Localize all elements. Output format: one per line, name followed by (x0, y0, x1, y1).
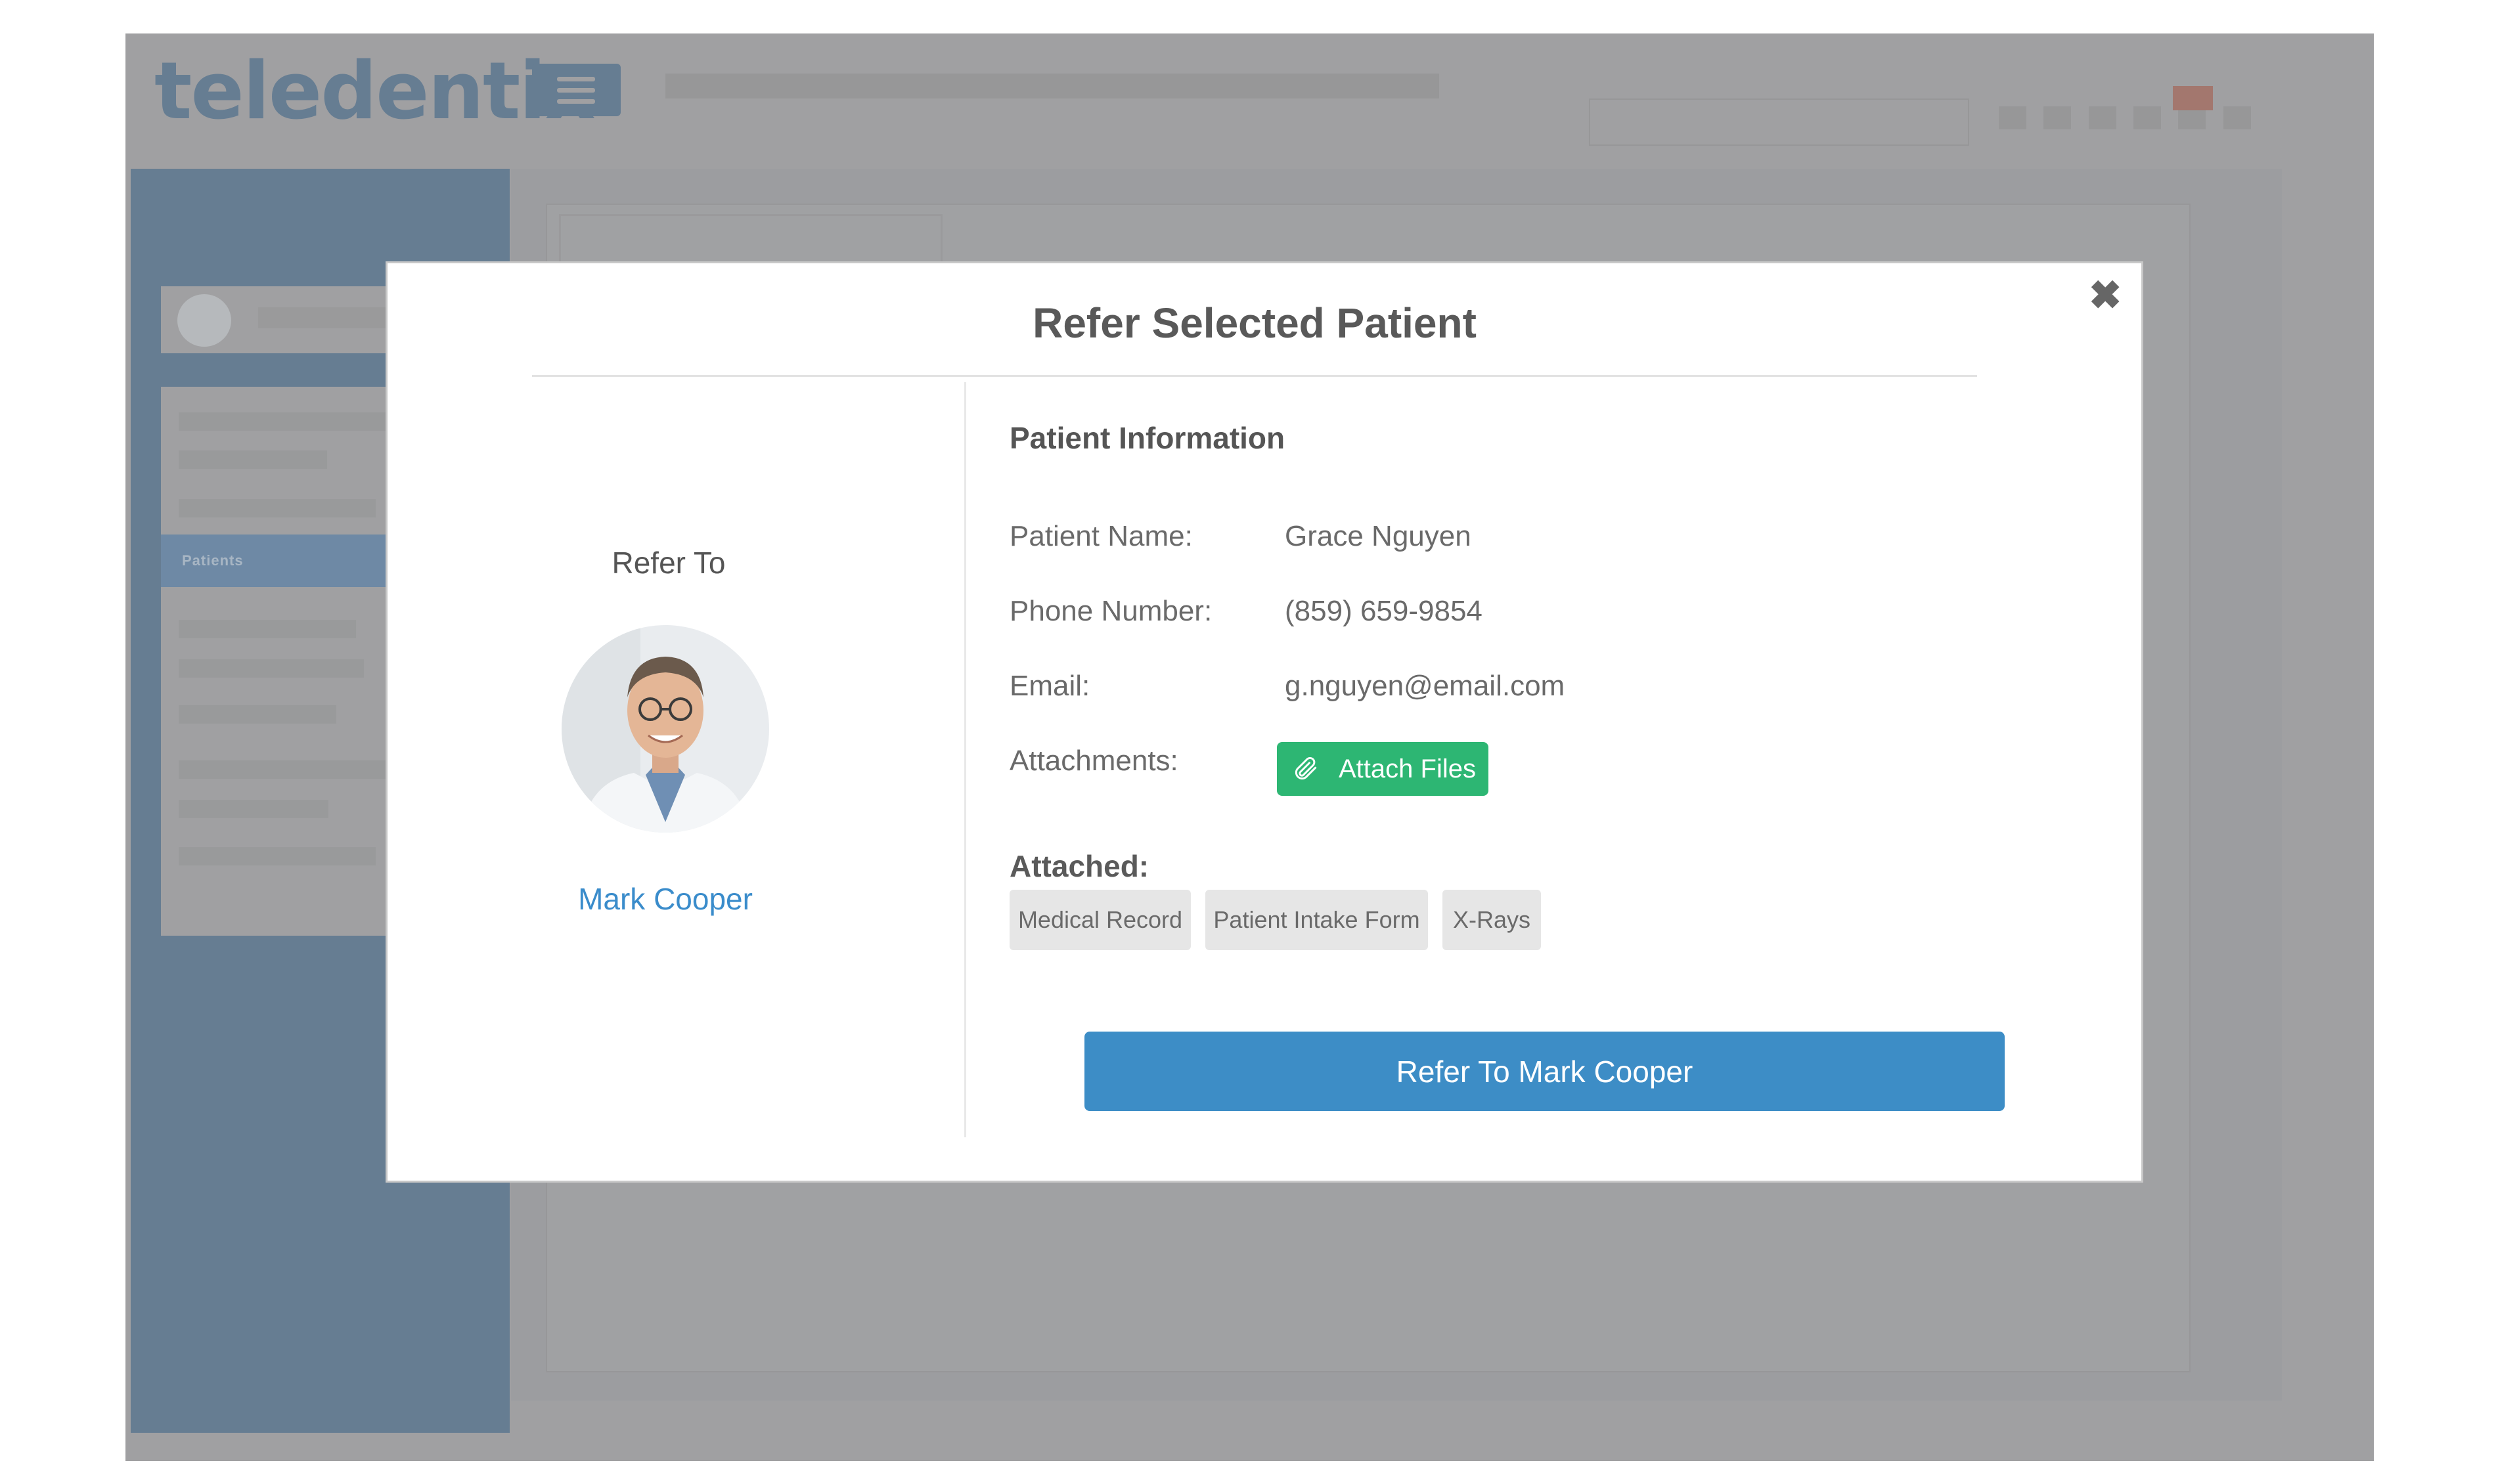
notification-badge[interactable] (2173, 86, 2213, 110)
sidebar-item[interactable] (179, 705, 336, 724)
phone-value: (859) 659-9854 (1285, 595, 1482, 627)
refer-button[interactable]: Refer To Mark Cooper (1084, 1032, 2005, 1111)
header-placeholder (665, 74, 1439, 98)
paperclip-icon (1295, 757, 1317, 780)
divider (532, 375, 1977, 377)
phone-label: Phone Number: (1010, 595, 1213, 627)
header-icon[interactable] (1999, 106, 2026, 129)
divider (964, 382, 966, 1137)
sidebar-item[interactable] (179, 620, 356, 638)
doctor-name-link[interactable]: Mark Cooper (504, 881, 826, 917)
header-icon[interactable] (2133, 106, 2161, 129)
email-value: g.nguyen@email.com (1285, 670, 1565, 702)
header-icon[interactable] (2043, 106, 2071, 129)
sidebar-item[interactable] (179, 412, 395, 431)
sidebar-item[interactable] (179, 499, 376, 517)
search-input[interactable] (1589, 98, 1969, 146)
refer-to-label: Refer To (612, 546, 726, 580)
attached-file-chip[interactable]: X-Rays (1442, 890, 1541, 950)
sidebar-item[interactable] (179, 760, 395, 779)
close-icon[interactable]: ✖ (2089, 276, 2122, 315)
attached-file-chip[interactable]: Medical Record (1010, 890, 1191, 950)
header-icon[interactable] (2089, 106, 2116, 129)
menu-toggle-button[interactable] (532, 64, 621, 116)
menu-icon-bar (557, 88, 595, 93)
patient-name-label: Patient Name: (1010, 520, 1193, 552)
attached-file-chip[interactable]: Patient Intake Form (1205, 890, 1428, 950)
menu-icon (557, 77, 595, 81)
attached-heading: Attached: (1010, 849, 1149, 883)
sidebar-item[interactable] (179, 659, 364, 678)
menu-icon-bar (557, 99, 595, 104)
sidebar-item[interactable] (179, 800, 328, 818)
doctor-photo (562, 625, 769, 833)
sidebar-item-label: Patients (182, 552, 244, 569)
doctor-avatar (562, 625, 769, 833)
patient-name-value: Grace Nguyen (1285, 520, 1471, 552)
header-icon[interactable] (2223, 106, 2251, 129)
attachments-label: Attachments: (1010, 745, 1178, 777)
sidebar-item[interactable] (179, 847, 376, 865)
avatar (177, 294, 231, 347)
sidebar-item-patients[interactable]: Patients (161, 535, 424, 587)
patient-info-heading: Patient Information (1010, 421, 1285, 455)
logo: teledentix (154, 46, 596, 137)
profile-name-placeholder (258, 307, 390, 328)
modal-title: Refer Selected Patient (1033, 299, 1477, 347)
sidebar-item[interactable] (179, 450, 327, 469)
attach-files-button[interactable]: Attach Files (1277, 742, 1488, 796)
attach-files-label: Attach Files (1339, 754, 1476, 783)
email-label: Email: (1010, 670, 1090, 702)
